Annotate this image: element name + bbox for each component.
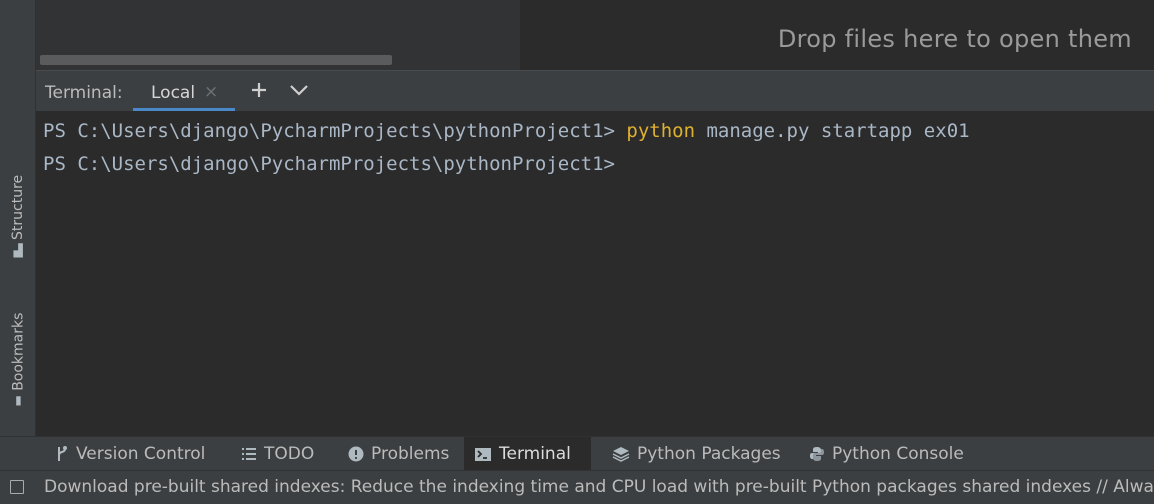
list-icon	[242, 448, 256, 460]
empty-editor-area: Drop files here to open them	[521, 0, 1154, 70]
terminal-output[interactable]: PS C:\Users\django\PycharmProjects\pytho…	[36, 111, 1154, 435]
tool-tab-label: Version Control	[76, 444, 206, 464]
tool-tab-python-packages[interactable]: Python Packages	[602, 437, 791, 471]
tool-tab-label: Problems	[371, 444, 450, 464]
tool-tab-version-control[interactable]: Version Control	[45, 437, 215, 471]
tool-tab-problems[interactable]: Problems	[338, 437, 459, 471]
python-icon	[810, 447, 824, 461]
terminal-line: PS C:\Users\django\PycharmProjects\pytho…	[43, 120, 970, 142]
layers-icon	[612, 447, 630, 462]
tool-tab-label: Python Packages	[637, 444, 781, 464]
structure-label: Structure	[10, 174, 26, 240]
command-args: manage.py startapp ex01	[695, 120, 970, 142]
new-terminal-button[interactable]	[246, 77, 272, 103]
chevron-down-icon	[290, 85, 308, 96]
tool-windows-bar: Version Control TODO Problems Terminal P…	[0, 436, 1154, 471]
tool-tab-label: TODO	[264, 444, 315, 464]
bookmark-icon: ▮	[14, 393, 22, 408]
tool-tab-python-console[interactable]: Python Console	[799, 437, 974, 471]
terminal-icon	[475, 447, 491, 461]
prompt-text: PS C:\Users\django\PycharmProjects\pytho…	[43, 153, 615, 175]
tool-tab-terminal[interactable]: Terminal	[464, 437, 591, 471]
terminal-tab-label: Local	[151, 83, 196, 103]
status-message[interactable]: Download pre-built shared indexes: Reduc…	[44, 477, 1154, 497]
terminal-dropdown-button[interactable]	[286, 77, 312, 103]
left-tool-strip: ▟ Structure ▮ Bookmarks	[0, 0, 36, 437]
panel-toggle-icon[interactable]	[10, 480, 24, 494]
terminal-line: PS C:\Users\django\PycharmProjects\pytho…	[43, 153, 615, 175]
status-bar: Download pre-built shared indexes: Reduc…	[0, 470, 1154, 504]
bookmarks-tool-tab[interactable]: ▮ Bookmarks	[4, 298, 32, 418]
terminal-tab-local[interactable]: Local ×	[133, 71, 235, 111]
prompt-text: PS C:\Users\django\PycharmProjects\pytho…	[43, 120, 627, 142]
terminal-header: Terminal: Local ×	[36, 70, 1154, 111]
close-tab-icon[interactable]: ×	[204, 82, 218, 102]
bookmarks-label: Bookmarks	[10, 312, 27, 391]
structure-icon: ▟	[13, 243, 23, 258]
tool-tab-label: Python Console	[832, 444, 964, 464]
terminal-title: Terminal:	[45, 83, 123, 103]
horizontal-scrollbar[interactable]	[40, 55, 392, 65]
branch-icon	[58, 446, 67, 461]
tool-tab-todo[interactable]: TODO	[231, 437, 324, 471]
structure-tool-tab[interactable]: ▟ Structure	[4, 165, 32, 265]
plus-icon	[252, 83, 266, 97]
drop-files-hint: Drop files here to open them	[777, 25, 1132, 53]
tool-tab-label: Terminal	[499, 444, 571, 464]
command-keyword: python	[626, 120, 696, 142]
info-icon	[348, 446, 364, 462]
